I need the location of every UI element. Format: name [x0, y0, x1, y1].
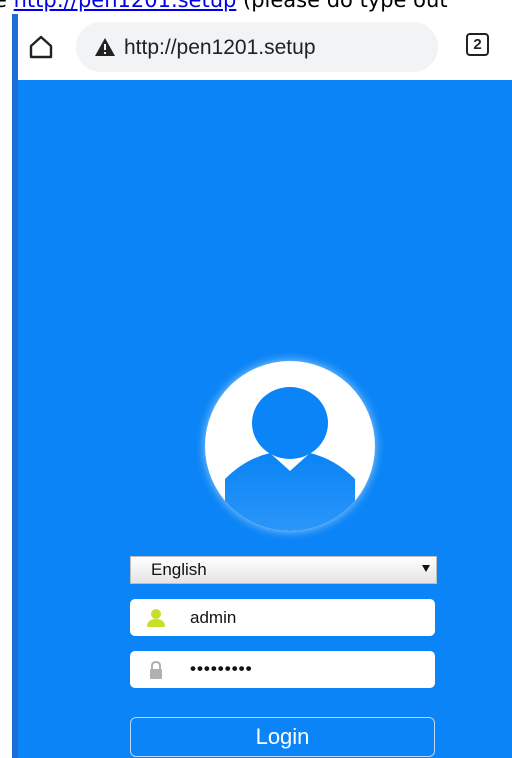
not-secure-warning-icon[interactable]: [94, 37, 116, 57]
username-value: admin: [190, 608, 237, 627]
password-field[interactable]: •••••••••: [130, 651, 435, 688]
caption-link[interactable]: http://pen1201.setup: [14, 0, 237, 12]
tab-switcher-button[interactable]: 2: [466, 33, 489, 56]
avatar: [205, 361, 375, 531]
username-field[interactable]: admin: [130, 599, 435, 636]
home-icon[interactable]: [28, 34, 54, 60]
language-select[interactable]: English: [130, 556, 437, 584]
browser-toolbar: http://pen1201.setup 2: [18, 14, 512, 80]
url-text: http://pen1201.setup: [124, 36, 316, 59]
caption-prefix: e: [0, 0, 7, 12]
address-bar[interactable]: http://pen1201.setup: [76, 22, 438, 72]
phone-screen: http://pen1201.setup 2 English admin •••…: [12, 14, 512, 758]
password-value: •••••••••: [190, 659, 253, 678]
login-button[interactable]: Login: [130, 717, 435, 757]
chevron-down-icon: [422, 565, 430, 572]
user-icon: [146, 608, 166, 628]
page-caption: e http://pen1201.setup (please do type o…: [0, 0, 512, 14]
caption-suffix: (please do type out: [236, 0, 448, 12]
language-value: English: [151, 560, 207, 579]
screen-edge: [12, 14, 18, 758]
lock-icon: [146, 660, 166, 680]
